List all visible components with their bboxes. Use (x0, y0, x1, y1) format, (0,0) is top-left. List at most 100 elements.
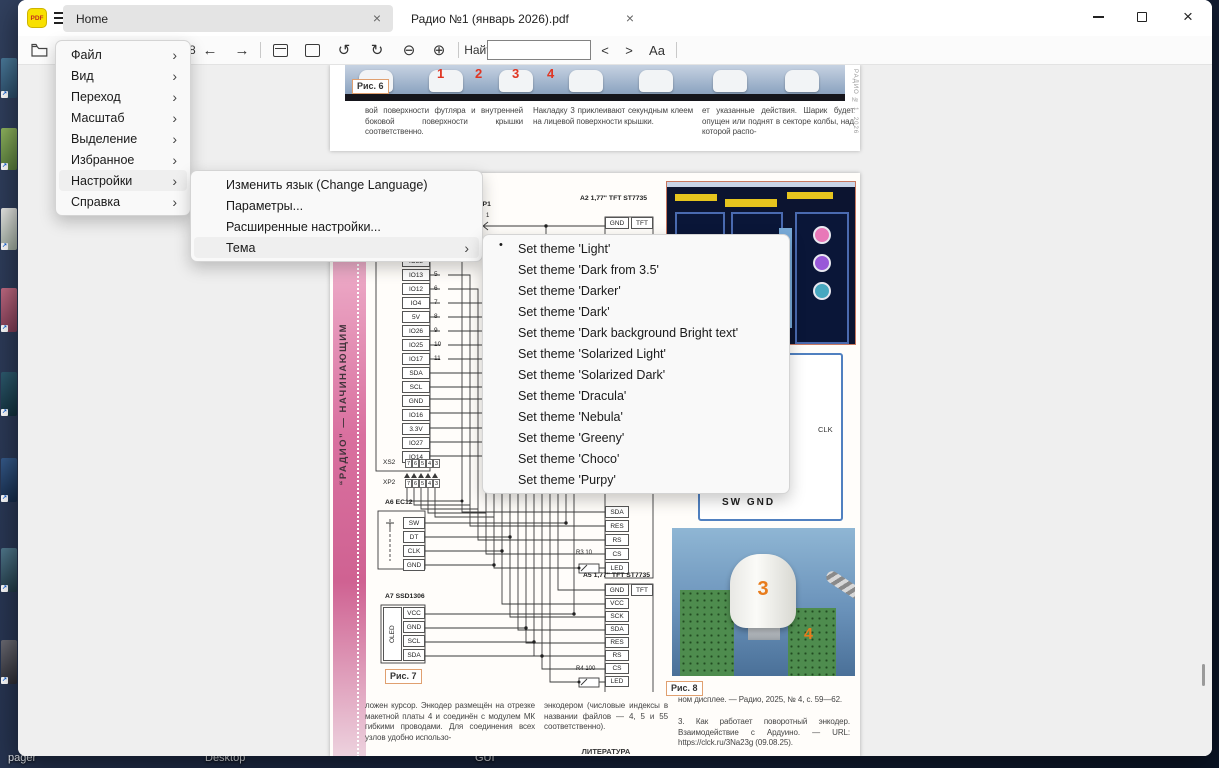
rotate-left-icon[interactable]: ↺ (331, 36, 357, 64)
find-previous-icon[interactable]: < (596, 36, 614, 64)
encoder-knob: 3 (730, 554, 796, 628)
theme-menu-item[interactable]: • Set theme 'Solarized Light' › (486, 343, 786, 364)
toolbar: 68 ← → ↺ ↻ ⊖ ⊕ Найти: < > Aa (18, 36, 1212, 65)
wire-number: 10 (434, 338, 441, 352)
theme-menu-item[interactable]: • Set theme 'Greeny' › (486, 427, 786, 448)
mk-pin: SCL (402, 381, 430, 393)
figure8-label: Рис. 8 (666, 681, 703, 696)
wire-number: 11 (434, 352, 441, 366)
toolbar-separator (260, 42, 261, 58)
desktop-icon[interactable]: ↗ (1, 128, 17, 170)
page2-text-col2: энкодером (числовые индексы в названии ф… (544, 701, 668, 733)
open-file-icon[interactable] (28, 36, 50, 64)
facing-pages-icon[interactable] (267, 36, 293, 64)
a2-module-header: A2 1,77" TFT ST7735 (580, 195, 647, 202)
menu-item[interactable]: • Масштаб › (59, 107, 187, 128)
single-page-icon[interactable] (299, 36, 325, 64)
a7-pin: GND (403, 621, 425, 633)
r4-label: R4 100 (576, 666, 595, 672)
find-input[interactable] (487, 40, 591, 60)
menu-item[interactable]: • Вид › (59, 65, 187, 86)
a5-module-header: A5 1,77" TFT ST7735 (583, 572, 650, 579)
menu-item[interactable]: • Справка › (59, 191, 187, 212)
previous-page-icon[interactable]: ← (198, 36, 222, 64)
mk-pin: 3.3V (402, 423, 430, 435)
menu-item[interactable]: • Параметры... › (194, 195, 479, 216)
submenu-arrow-icon: › (172, 131, 177, 147)
zoom-out-icon[interactable]: ⊖ (396, 36, 422, 64)
desktop-icon[interactable]: ↗ (1, 58, 17, 98)
a6-pin: SW (403, 517, 425, 529)
theme-menu-item[interactable]: • Set theme 'Purpy' › (486, 469, 786, 490)
submenu-arrow-icon: › (464, 240, 469, 256)
tab-close-icon[interactable]: × (626, 10, 634, 26)
theme-menu-item[interactable]: • Set theme 'Dark background Bright text… (486, 322, 786, 343)
menu-item[interactable]: • Выделение › (59, 128, 187, 149)
shortcut-arrow-icon: ↗ (1, 325, 8, 332)
shortcut-arrow-icon: ↗ (1, 243, 8, 250)
shortcut-arrow-icon: ↗ (1, 585, 8, 592)
vertical-scrollbar-thumb[interactable] (1202, 664, 1205, 686)
theme-menu-item[interactable]: • Set theme 'Dark from 3.5' › (486, 259, 786, 280)
toolbar-separator (458, 42, 459, 58)
desktop-icon[interactable]: ↗ (1, 288, 17, 332)
page1-text-col3: ет указанные действия. Шарик будет опуще… (702, 106, 854, 138)
tab-close-icon[interactable]: × (373, 10, 381, 26)
theme-menu-item[interactable]: • Set theme 'Choco' › (486, 448, 786, 469)
a6-module-header: A6 EC12 (385, 499, 413, 506)
mk-pin: IO4 (402, 297, 430, 309)
theme-menu-item[interactable]: • Set theme 'Solarized Dark' › (486, 364, 786, 385)
desktop-icon[interactable]: ↗ (1, 372, 17, 416)
menu-item[interactable]: • Избранное › (59, 149, 187, 170)
desktop-icon[interactable]: ↗ (1, 548, 17, 592)
connector-digit: 7 (405, 459, 412, 468)
submenu-arrow-icon: › (172, 173, 177, 189)
mk-pin: IO12 (402, 283, 430, 295)
desktop-icon[interactable]: ↗ (1, 640, 17, 684)
mk-pin: 5V (402, 311, 430, 323)
submenu-arrow-icon: › (172, 68, 177, 84)
desktop-screen: { "desktop": { "icon_labels": ["pager", … (0, 0, 1219, 768)
a5-tft-pin: TFT (631, 584, 653, 596)
find-next-icon[interactable]: > (620, 36, 638, 64)
shortcut-arrow-icon: ↗ (1, 495, 8, 502)
match-case-button[interactable]: Aa (644, 36, 670, 64)
next-page-icon[interactable]: → (230, 36, 254, 64)
menu-item[interactable]: • Настройки › (59, 170, 187, 191)
a7-module-header: A7 SSD1306 (385, 593, 425, 600)
window-minimize-button[interactable] (1076, 0, 1120, 34)
a6-pin: GND (403, 559, 425, 571)
rotate-right-icon[interactable]: ↻ (364, 36, 390, 64)
window-close-button[interactable]: × (1166, 0, 1210, 34)
a7-pin: VCC (403, 607, 425, 619)
mk-pin: GND (402, 395, 430, 407)
a5-pin: SDA (605, 624, 629, 635)
sw-gnd-labels: SW GND (722, 497, 775, 508)
desktop-icon[interactable]: ↗ (1, 458, 17, 502)
shortcut-arrow-icon: ↗ (1, 163, 8, 170)
menu-item[interactable]: • Изменить язык (Change Language) › (194, 174, 479, 195)
tab-home[interactable]: Home × (63, 5, 393, 32)
theme-menu-item[interactable]: • Set theme 'Dracula' › (486, 385, 786, 406)
wire-number: 6 (434, 282, 441, 296)
menu-item[interactable]: • Тема › (194, 237, 479, 258)
wire-number: 5 (434, 268, 441, 282)
theme-menu-item[interactable]: • Set theme 'Nebula' › (486, 406, 786, 427)
photo-digit-3: 3 (730, 578, 796, 601)
wire-number: 9 (434, 324, 441, 338)
mk-pin: IO26 (402, 325, 430, 337)
menu-item[interactable]: • Файл › (59, 44, 187, 65)
window-maximize-button[interactable] (1120, 0, 1164, 34)
tab-document[interactable]: Радио №1 (январь 2026).pdf × (400, 5, 630, 32)
menu-item[interactable]: • Переход › (59, 86, 187, 107)
theme-menu-item[interactable]: • Set theme 'Dark' › (486, 301, 786, 322)
theme-menu-item[interactable]: • Set theme 'Darker' › (486, 280, 786, 301)
mk-pin: SDA (402, 367, 430, 379)
connector-digit: 7 (405, 479, 412, 488)
theme-menu-item[interactable]: • Set theme 'Light' › (486, 238, 786, 259)
zoom-in-icon[interactable]: ⊕ (426, 36, 452, 64)
menu-item[interactable]: • Расширенные настройки... › (194, 216, 479, 237)
desktop-icon[interactable]: ↗ (1, 208, 17, 250)
a6-pin: CLK (403, 545, 425, 557)
mk-pin: IO16 (402, 409, 430, 421)
